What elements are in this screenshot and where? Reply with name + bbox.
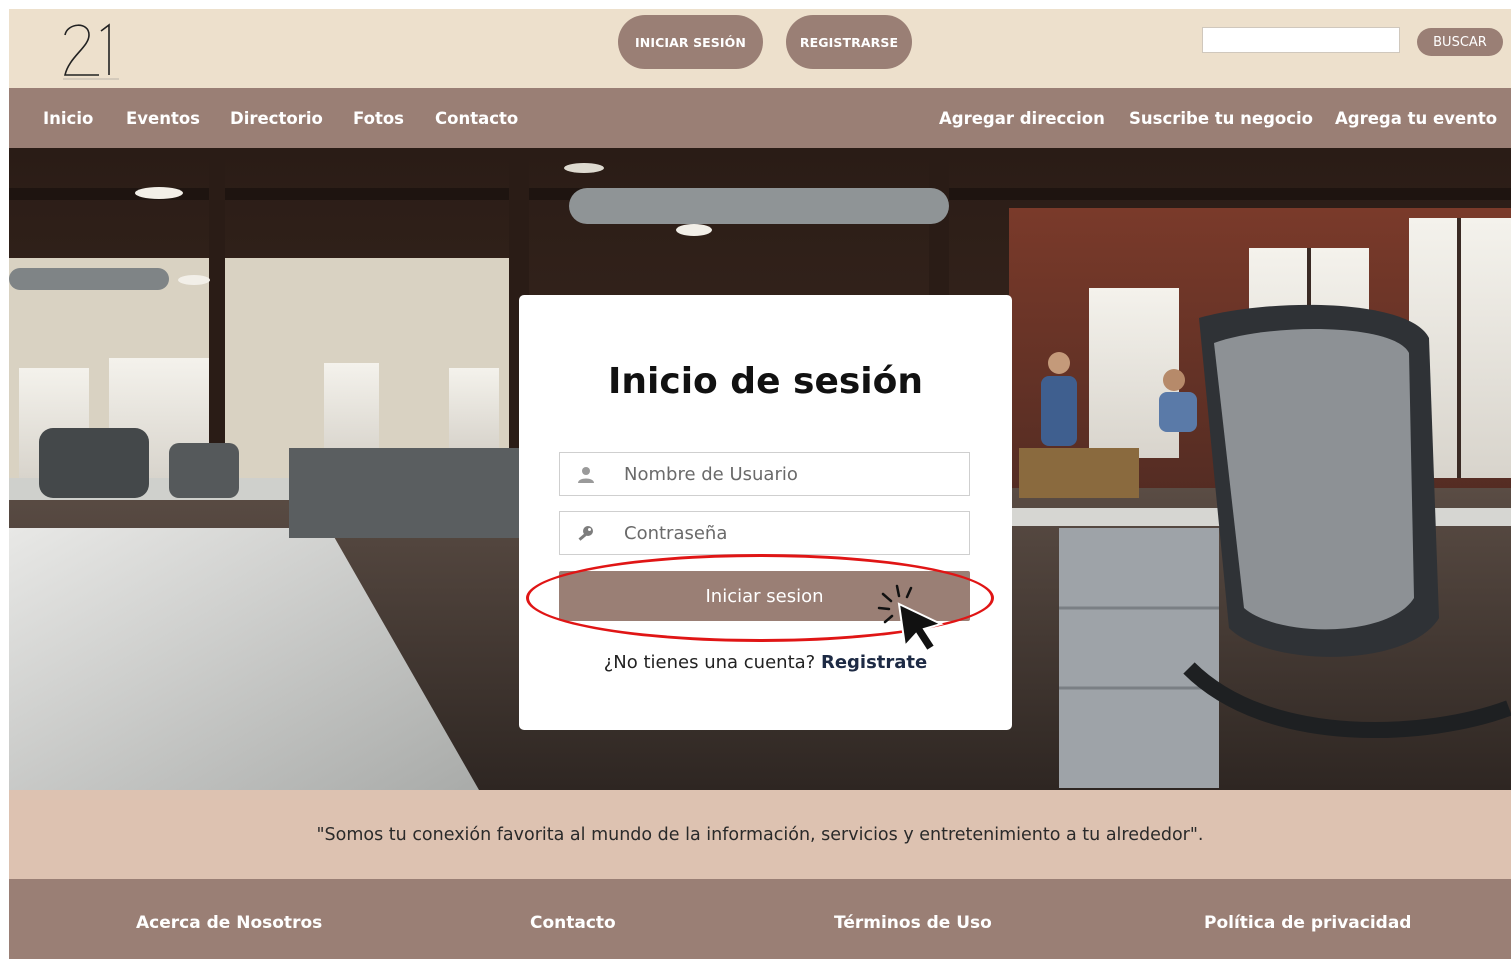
login-card: Inicio de sesión Iniciar sesion ¿No tien…	[519, 295, 1012, 730]
nav-item-inicio[interactable]: Inicio	[43, 88, 93, 148]
footer: Acerca de Nosotros Contacto Términos de …	[9, 879, 1511, 959]
user-icon	[578, 467, 594, 483]
footer-link-acerca[interactable]: Acerca de Nosotros	[136, 879, 322, 959]
top-bar: INICIAR SESIÓN REGISTRARSE BUSCAR	[9, 9, 1511, 88]
username-field[interactable]	[559, 452, 970, 496]
password-input[interactable]	[624, 512, 954, 554]
header-login-button[interactable]: INICIAR SESIÓN	[618, 15, 763, 69]
register-link[interactable]: Registrate	[821, 652, 927, 673]
nav-item-eventos[interactable]: Eventos	[126, 88, 200, 148]
password-field[interactable]	[559, 511, 970, 555]
header-register-button[interactable]: REGISTRARSE	[786, 15, 912, 69]
cursor-click-icon	[877, 584, 944, 653]
no-account-text: ¿No tienes una cuenta?	[603, 652, 816, 673]
signup-prompt: ¿No tienes una cuenta? Registrate	[519, 652, 1012, 673]
tagline: "Somos tu conexión favorita al mundo de …	[9, 790, 1511, 879]
nav-item-suscribe-negocio[interactable]: Suscribe tu negocio	[1129, 88, 1313, 148]
nav-item-directorio[interactable]: Directorio	[230, 88, 323, 148]
login-title: Inicio de sesión	[608, 361, 923, 402]
username-input[interactable]	[624, 453, 954, 495]
main-nav: Inicio Eventos Directorio Fotos Contacto…	[9, 88, 1511, 148]
nav-item-fotos[interactable]: Fotos	[353, 88, 404, 148]
footer-link-contacto[interactable]: Contacto	[530, 879, 616, 959]
page: INICIAR SESIÓN REGISTRARSE BUSCAR Inicio…	[9, 9, 1511, 959]
search-button[interactable]: BUSCAR	[1417, 28, 1503, 56]
nav-item-agrega-evento[interactable]: Agrega tu evento	[1335, 88, 1497, 148]
footer-link-privacidad[interactable]: Política de privacidad	[1204, 879, 1411, 959]
nav-item-contacto[interactable]: Contacto	[435, 88, 518, 148]
nav-item-agregar-direccion[interactable]: Agregar direccion	[939, 88, 1105, 148]
key-icon	[578, 526, 593, 541]
site-logo[interactable]	[59, 17, 129, 81]
search-input[interactable]	[1202, 27, 1400, 53]
footer-link-terminos[interactable]: Términos de Uso	[834, 879, 992, 959]
